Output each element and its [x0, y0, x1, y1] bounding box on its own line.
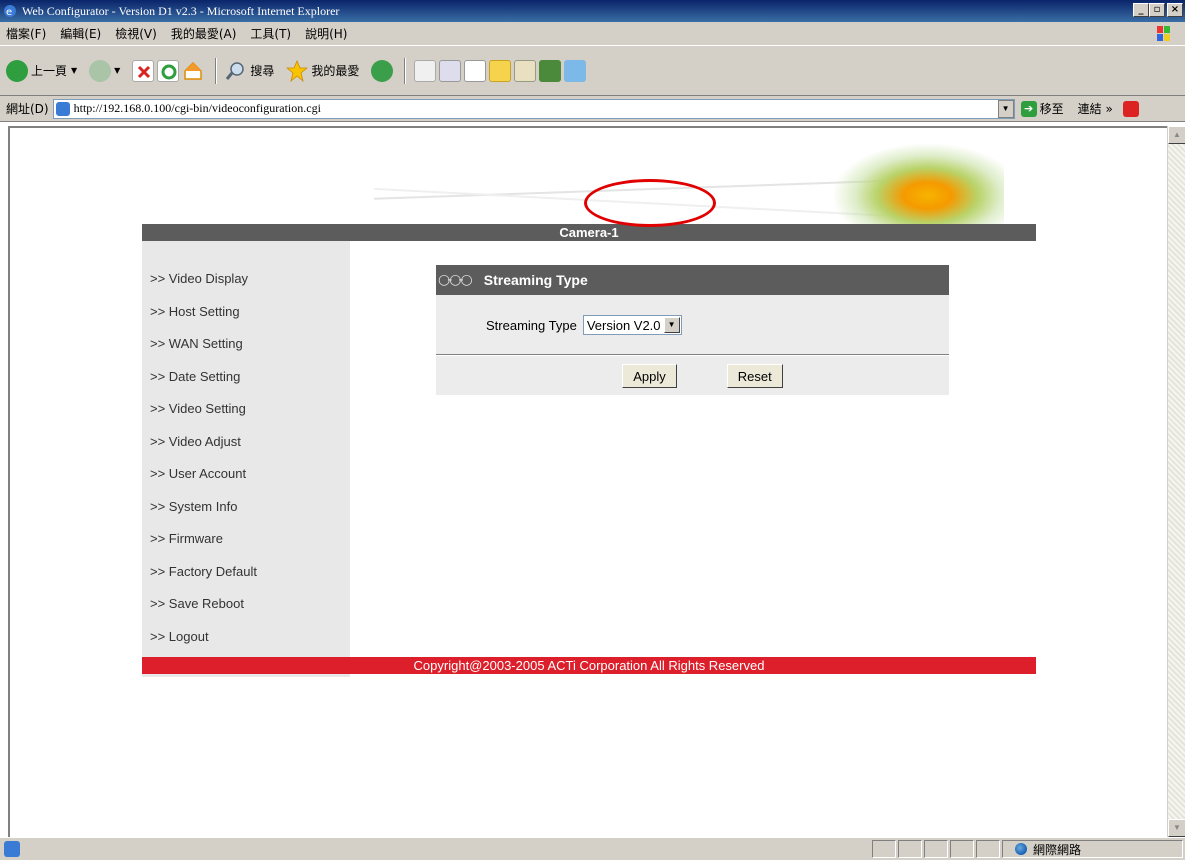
svg-text:e: e — [6, 7, 12, 18]
back-label: 上一頁 — [31, 64, 68, 78]
acrobat-icon[interactable] — [1122, 100, 1139, 117]
go-button[interactable]: ➔ 移至 — [1020, 100, 1064, 117]
mail-icon[interactable] — [414, 59, 437, 82]
folder-icon[interactable] — [489, 59, 512, 82]
panel-header: ○-○-○ Streaming Type — [436, 265, 949, 295]
streaming-type-row: Streaming Type Version V2.0 ▼ — [436, 310, 949, 340]
scroll-down-icon[interactable]: ▼ — [1168, 819, 1185, 837]
sidebar-item-user-account[interactable]: >> User Account — [142, 466, 350, 499]
sidebar-item-video-setting[interactable]: >> Video Setting — [142, 401, 350, 434]
copyright-footer: Copyright@2003-2005 ACTi Corporation All… — [142, 657, 1036, 674]
reset-button[interactable]: Reset — [726, 364, 783, 388]
search-button[interactable]: 搜尋 — [225, 60, 274, 82]
msn-icon[interactable] — [564, 59, 587, 82]
sidebar-item-firmware[interactable]: >> Firmware — [142, 531, 350, 564]
status-panel — [976, 840, 1000, 858]
panel-buttons: Apply Reset — [436, 364, 949, 388]
menu-tools[interactable]: 工具(T) — [250, 25, 291, 42]
address-label: 網址(D) — [6, 102, 49, 116]
address-bar: 網址(D) http://192.168.0.100/cgi-bin/video… — [0, 96, 1185, 122]
menu-file[interactable]: 檔案(F) — [6, 25, 46, 42]
globe-icon — [1015, 843, 1027, 855]
zone-label: 網際網路 — [1033, 842, 1082, 857]
streaming-type-value: Version V2.0 — [586, 317, 661, 333]
toolbar-separator — [404, 57, 407, 84]
maximize-button[interactable]: ▫ — [1149, 3, 1165, 17]
streaming-type-select[interactable]: Version V2.0 ▼ — [582, 315, 682, 335]
chevron-down-icon: ▼ — [71, 66, 78, 75]
menu-view[interactable]: 檢視(V) — [115, 25, 157, 42]
forward-button[interactable]: ▼ — [89, 59, 121, 82]
search-icon — [225, 60, 247, 82]
address-dropdown-icon[interactable]: ▼ — [997, 99, 1014, 118]
sidebar-item-video-display[interactable]: >> Video Display — [142, 271, 350, 304]
sidebar-item-system-info[interactable]: >> System Info — [142, 499, 350, 532]
address-input[interactable]: http://192.168.0.100/cgi-bin/videoconfig… — [52, 98, 1015, 119]
page-viewport: Camera-1 >> Video Display >> Host Settin… — [8, 126, 1167, 837]
edit-icon[interactable] — [464, 59, 487, 82]
security-zone: 網際網路 — [1002, 840, 1183, 858]
vertical-scrollbar[interactable]: ▲ ▼ — [1167, 126, 1185, 837]
go-arrow-icon: ➔ — [1020, 100, 1037, 117]
sidebar-menu: >> Video Display >> Host Setting >> WAN … — [142, 241, 350, 677]
favorites-label: 我的最愛 — [311, 64, 360, 78]
menu-help[interactable]: 說明(H) — [305, 25, 347, 42]
go-label: 移至 — [1039, 102, 1064, 116]
browser-toolbar: 上一頁 ▼ ▼ 搜尋 我的最愛 — [0, 46, 1185, 96]
highlight-oval — [584, 179, 716, 227]
toolbar-separator — [215, 57, 218, 84]
back-arrow-icon — [6, 59, 28, 82]
panel-divider — [436, 354, 949, 356]
menu-bar: 檔案(F) 編輯(E) 檢視(V) 我的最愛(A) 工具(T) 說明(H) — [0, 22, 1185, 46]
print-icon[interactable] — [439, 59, 462, 82]
page-status-icon — [4, 841, 20, 857]
camera-title-bar: Camera-1 — [142, 224, 1036, 241]
rings-icon: ○-○-○ — [438, 272, 473, 288]
links-label: 連結 — [1077, 102, 1102, 116]
sidebar-item-video-adjust[interactable]: >> Video Adjust — [142, 434, 350, 467]
menu-favorites[interactable]: 我的最愛(A) — [171, 25, 237, 42]
back-button[interactable]: 上一頁 ▼ — [6, 59, 78, 82]
streaming-type-label: Streaming Type — [486, 317, 577, 333]
banner-flower-image — [834, 144, 1004, 230]
home-icon[interactable] — [182, 60, 204, 82]
status-panel — [924, 840, 948, 858]
close-button[interactable]: × — [1167, 3, 1183, 17]
menu-edit[interactable]: 編輯(E) — [60, 25, 101, 42]
star-icon — [286, 59, 309, 82]
sidebar-item-save-reboot[interactable]: >> Save Reboot — [142, 596, 350, 629]
page-icon — [55, 101, 70, 116]
status-panel — [898, 840, 922, 858]
window-controls: _ ▫ × — [1133, 3, 1183, 17]
research-icon[interactable] — [514, 59, 537, 82]
streaming-type-panel: ○-○-○ Streaming Type Streaming Type Vers… — [436, 265, 949, 395]
window-title-bar[interactable]: e Web Configurator - Version D1 v2.3 - M… — [0, 0, 1185, 22]
favorites-button[interactable]: 我的最愛 — [286, 59, 360, 82]
sidebar-item-factory-default[interactable]: >> Factory Default — [142, 564, 350, 597]
address-url: http://192.168.0.100/cgi-bin/videoconfig… — [73, 101, 321, 115]
panel-title: Streaming Type — [483, 272, 588, 288]
status-panel — [950, 840, 974, 858]
forward-arrow-icon — [89, 59, 112, 82]
status-panels — [872, 840, 1002, 858]
messenger-icon[interactable] — [539, 59, 562, 82]
media-icon[interactable] — [371, 59, 394, 82]
search-label: 搜尋 — [250, 64, 275, 78]
apply-button[interactable]: Apply — [622, 364, 677, 388]
sidebar-item-date-setting[interactable]: >> Date Setting — [142, 369, 350, 402]
chevron-down-icon: ▼ — [114, 66, 121, 75]
status-panel — [872, 840, 896, 858]
window-title: Web Configurator - Version D1 v2.3 - Mic… — [22, 3, 340, 18]
windows-logo-icon — [1149, 24, 1179, 44]
minimize-button[interactable]: _ — [1133, 3, 1149, 17]
refresh-icon[interactable] — [157, 59, 180, 82]
links-button[interactable]: 連結 » — [1078, 100, 1113, 117]
ie-icon: e — [2, 3, 18, 19]
scroll-up-icon[interactable]: ▲ — [1168, 126, 1185, 144]
status-bar: 網際網路 — [0, 837, 1185, 860]
sidebar-item-wan-setting[interactable]: >> WAN Setting — [142, 336, 350, 369]
stop-icon[interactable] — [132, 59, 155, 82]
sidebar-item-host-setting[interactable]: >> Host Setting — [142, 304, 350, 337]
chevron-down-icon[interactable]: ▼ — [663, 317, 680, 333]
